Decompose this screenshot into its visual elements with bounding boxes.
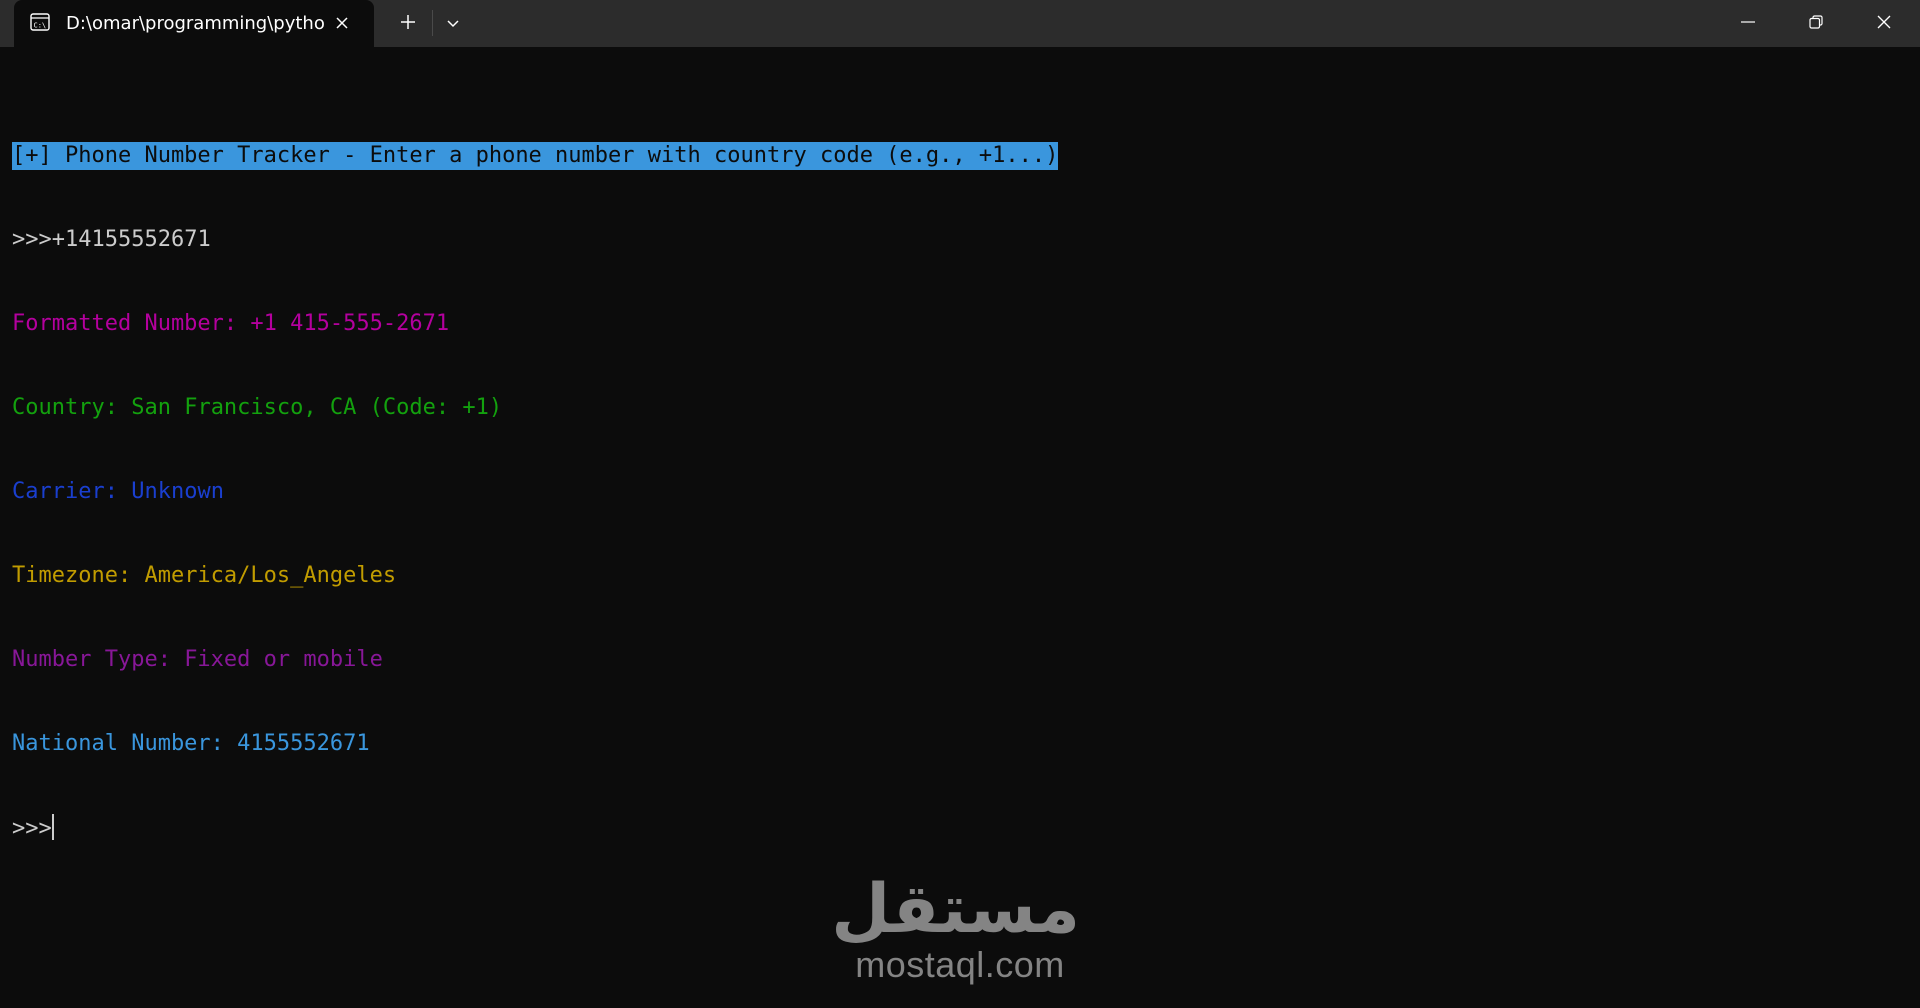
result-number-type: Number Type: Fixed or mobile	[12, 646, 1908, 674]
tab-title: D:\omar\programming\pytho	[66, 13, 325, 34]
result-timezone: Timezone: America/Los_Angeles	[12, 562, 1908, 590]
result-value: Fixed or mobile	[184, 647, 383, 672]
text-cursor	[51, 814, 54, 840]
result-value: America/Los_Angeles	[144, 563, 397, 588]
close-window-button[interactable]	[1850, 0, 1918, 47]
restore-button[interactable]	[1782, 0, 1850, 47]
result-formatted-number: Formatted Number: +1 415-555-2671	[12, 310, 1908, 338]
result-label: Timezone:	[12, 563, 145, 588]
result-value: +1 415-555-2671	[250, 311, 450, 336]
result-label: Country:	[12, 395, 132, 420]
watermark: مستقل mostaql.com	[831, 870, 1080, 995]
result-value: Unknown	[131, 479, 224, 504]
result-national-number: National Number: 4155552671	[12, 730, 1908, 758]
result-value: 4155552671	[237, 731, 370, 756]
title-bar: C:\ D:\omar\programming\pytho	[0, 0, 1920, 47]
tab-close-icon[interactable]	[332, 13, 352, 33]
prompt: >>>	[12, 227, 52, 252]
result-label: Carrier:	[12, 479, 132, 504]
terminal-line-header: [+] Phone Number Tracker - Enter a phone…	[12, 142, 1908, 170]
selected-header-text: [+] Phone Number Tracker - Enter a phone…	[12, 142, 1059, 170]
result-country: Country: San Francisco, CA (Code: +1)	[12, 394, 1908, 422]
terminal-window: C:\ D:\omar\programming\pytho [+] Phone …	[0, 0, 1920, 1008]
result-value: San Francisco, CA (Code: +1)	[131, 395, 503, 420]
titlebar-divider	[432, 10, 433, 36]
entered-phone-number: +14155552671	[51, 227, 211, 252]
tab-active[interactable]: C:\ D:\omar\programming\pytho	[14, 0, 374, 47]
watermark-url: mostaql.com	[855, 944, 1065, 985]
terminal-line-input: >>>+14155552671	[12, 226, 1908, 254]
close-icon	[1876, 14, 1892, 34]
minimize-icon	[1740, 14, 1756, 34]
chevron-down-icon	[446, 14, 460, 33]
terminal-output[interactable]: [+] Phone Number Tracker - Enter a phone…	[0, 47, 1920, 1008]
terminal-line-prompt[interactable]: >>>	[12, 814, 1908, 842]
terminal-cmd-icon: C:\	[30, 13, 50, 31]
result-carrier: Carrier: Unknown	[12, 478, 1908, 506]
new-tab-button[interactable]	[388, 0, 428, 47]
result-label: Number Type:	[12, 647, 185, 672]
plus-icon	[399, 13, 417, 35]
svg-text:C:\: C:\	[34, 22, 47, 30]
tab-dropdown-button[interactable]	[436, 0, 470, 47]
minimize-button[interactable]	[1714, 0, 1782, 47]
result-label: National Number:	[12, 731, 238, 756]
watermark-logo: مستقل	[831, 870, 1080, 949]
restore-icon	[1808, 14, 1824, 34]
prompt: >>>	[12, 816, 52, 841]
result-label: Formatted Number:	[12, 311, 251, 336]
